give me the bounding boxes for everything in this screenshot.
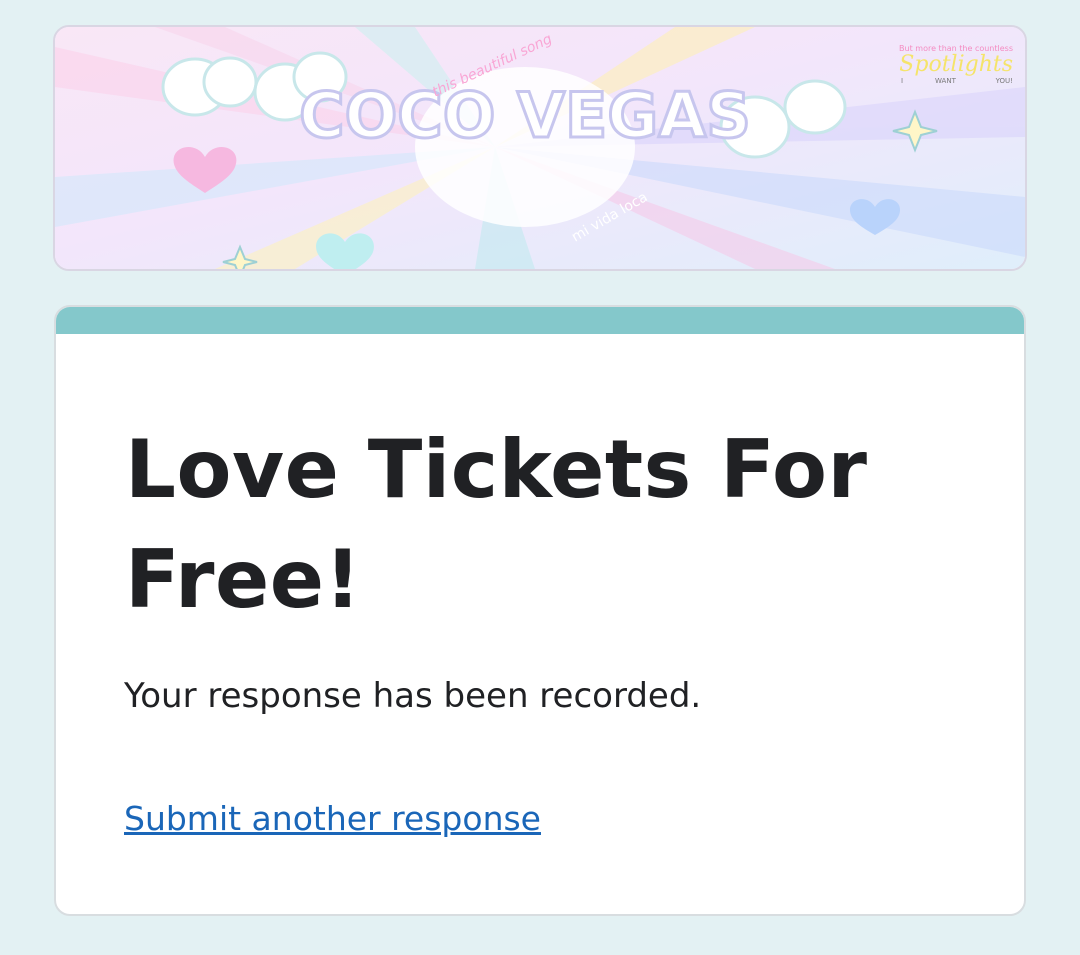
header-banner-image: COCO VEGAS this beautiful song mi vida l… [53,25,1027,271]
banner-corner-want: WANT [935,77,957,85]
confirmation-card: Love Tickets For Free! Your response has… [54,305,1026,916]
banner-corner-main: Spotlights [899,52,1013,77]
confirmation-message: Your response has been recorded. [124,676,702,716]
submit-another-response-link[interactable]: Submit another response [124,799,541,838]
banner-corner-i: I [901,77,903,85]
form-title: Love Tickets For Free! [125,423,868,626]
banner-corner-you: YOU! [995,77,1013,85]
banner-artwork: COCO VEGAS this beautiful song mi vida l… [55,27,1025,269]
banner-logo-text: COCO VEGAS [299,79,751,152]
card-accent-bar [56,307,1024,334]
